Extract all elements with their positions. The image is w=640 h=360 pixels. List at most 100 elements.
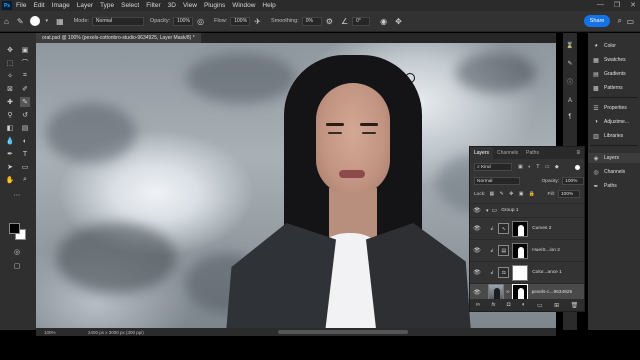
tab-paths[interactable]: Paths bbox=[522, 147, 543, 159]
panel-menu-icon[interactable]: ≡ bbox=[576, 150, 580, 156]
layer-mask-thumbnail[interactable] bbox=[511, 284, 528, 300]
history-brush-icon[interactable]: ↺ bbox=[20, 110, 30, 120]
workspace-icon[interactable]: ▭ bbox=[626, 17, 634, 26]
layer-fill-input[interactable]: 100% bbox=[558, 190, 580, 198]
panel-libraries[interactable]: ▥ Libraries bbox=[588, 131, 640, 141]
layer-group-1[interactable]: 👁 ▾ ▭ Group 1 bbox=[470, 203, 584, 217]
menu-window[interactable]: Window bbox=[232, 2, 255, 9]
menu-plugins[interactable]: Plugins bbox=[204, 2, 225, 9]
layer-mask-thumbnail[interactable] bbox=[512, 242, 529, 259]
zoom-level[interactable]: 100% bbox=[44, 330, 74, 335]
visibility-eye-icon[interactable]: 👁 bbox=[472, 225, 482, 232]
menu-type[interactable]: Type bbox=[100, 2, 114, 9]
filter-kind-select[interactable]: ⌕ Kind bbox=[474, 163, 512, 171]
tab-layers[interactable]: Layers bbox=[470, 147, 494, 159]
menu-select[interactable]: Select bbox=[121, 2, 139, 9]
menu-edit[interactable]: Edit bbox=[33, 2, 44, 9]
tab-channels[interactable]: Channels bbox=[493, 147, 522, 159]
trash-icon[interactable]: 🗑 bbox=[571, 302, 579, 309]
layer-opacity-input[interactable]: 100% bbox=[562, 177, 584, 185]
new-layer-icon[interactable]: ⊞ bbox=[554, 302, 559, 309]
visibility-eye-icon[interactable]: 👁 bbox=[472, 247, 482, 254]
flow-input[interactable]: 100% bbox=[230, 16, 251, 26]
panel-patterns[interactable]: ▩ Patterns bbox=[588, 83, 640, 93]
smoothing-input[interactable]: 0% bbox=[301, 16, 322, 26]
chevron-down-icon[interactable]: ▾ bbox=[46, 18, 49, 24]
quick-mask-icon[interactable]: ◎ bbox=[12, 247, 22, 257]
visibility-eye-icon[interactable]: 👁 bbox=[472, 289, 482, 296]
document-tab[interactable]: orat.psd @ 100% (pexels-cottonbro-studio… bbox=[36, 33, 201, 43]
pressure-opacity-icon[interactable]: ◎ bbox=[197, 17, 204, 26]
panel-swatches[interactable]: ▦ Swatches bbox=[588, 55, 640, 65]
link-layers-icon[interactable]: ∞ bbox=[476, 302, 480, 308]
lock-icons[interactable]: ▦ ✎ ✥ ▣ 🔒 bbox=[489, 191, 537, 197]
gradient-tool-icon[interactable]: ▤ bbox=[20, 123, 30, 133]
menu-help[interactable]: Help bbox=[262, 2, 275, 9]
lasso-tool-icon[interactable]: ⌒ bbox=[20, 58, 30, 68]
clone-stamp-icon[interactable]: ⚲ bbox=[5, 110, 15, 120]
brush-preset-picker[interactable] bbox=[29, 16, 40, 26]
info-icon[interactable]: ⓘ bbox=[566, 77, 574, 86]
panel-paths[interactable]: ✒ Paths bbox=[588, 181, 640, 191]
gear-icon[interactable]: ⚙ bbox=[326, 17, 333, 26]
layer-image-thumbnail[interactable] bbox=[488, 284, 504, 301]
panel-properties[interactable]: ☰ Properties bbox=[588, 103, 640, 113]
new-group-icon[interactable]: ▭ bbox=[537, 302, 543, 309]
pen-tool-icon[interactable]: ✒ bbox=[5, 149, 15, 159]
share-button[interactable]: Share bbox=[584, 15, 610, 27]
brush-tool-icon[interactable]: ✎ bbox=[17, 17, 24, 26]
adjustment-layer-icon[interactable]: ◐ bbox=[522, 302, 526, 308]
search-icon[interactable]: ⌕ bbox=[618, 16, 622, 26]
panel-color[interactable]: ◕ Color bbox=[588, 41, 640, 51]
healing-tool-icon[interactable]: ✚ bbox=[5, 97, 15, 107]
character-icon[interactable]: A bbox=[566, 97, 574, 105]
foreground-color-swatch[interactable] bbox=[9, 223, 20, 234]
menu-file[interactable]: File bbox=[16, 2, 26, 9]
panel-adjustments[interactable]: ◑ Adjustme... bbox=[588, 117, 640, 127]
artboard-tool-icon[interactable]: ▣ bbox=[20, 45, 30, 55]
fx-icon[interactable]: fx bbox=[491, 302, 495, 308]
visibility-eye-icon[interactable]: 👁 bbox=[472, 269, 482, 276]
airbrush-icon[interactable]: ✈ bbox=[254, 17, 261, 26]
menu-3d[interactable]: 3D bbox=[168, 2, 176, 9]
panel-channels[interactable]: ◎ Channels bbox=[588, 167, 640, 177]
pressure-size-icon[interactable]: ◉ bbox=[380, 17, 387, 26]
minimize-button[interactable]: — bbox=[597, 1, 604, 9]
visibility-eye-icon[interactable]: 👁 bbox=[472, 207, 482, 214]
close-button[interactable]: ✕ bbox=[630, 1, 636, 9]
home-icon[interactable]: ⌂ bbox=[4, 17, 9, 26]
move-tool-icon[interactable]: ✥ bbox=[5, 45, 15, 55]
hand-tool-icon[interactable]: ✋ bbox=[5, 175, 15, 185]
opacity-input[interactable]: 100% bbox=[173, 16, 194, 26]
symmetry-icon[interactable]: ✥ bbox=[395, 17, 402, 26]
eraser-tool-icon[interactable]: ◧ bbox=[5, 123, 15, 133]
path-select-icon[interactable]: ➤ bbox=[5, 162, 15, 172]
more-tools-icon[interactable]: ⋯ bbox=[12, 190, 22, 200]
type-tool-icon[interactable]: T bbox=[20, 149, 30, 159]
add-mask-icon[interactable]: ◘ bbox=[507, 302, 511, 308]
filter-toggle[interactable] bbox=[575, 164, 580, 170]
layer-color-balance-1[interactable]: 👁 ↲ ⚖ Color...ance 1 bbox=[470, 261, 584, 283]
panel-layers[interactable]: ◈ Layers bbox=[588, 153, 640, 163]
screen-mode-icon[interactable]: ▢ bbox=[12, 261, 22, 271]
filter-icons[interactable]: ▣ ◐ T ▭ ◆ bbox=[518, 164, 561, 170]
dodge-tool-icon[interactable]: ◐ bbox=[20, 136, 30, 146]
mode-select[interactable]: Normal bbox=[91, 16, 144, 26]
menu-image[interactable]: Image bbox=[52, 2, 70, 9]
blend-mode-select[interactable]: Normal bbox=[474, 177, 520, 185]
shape-tool-icon[interactable]: ▭ bbox=[20, 162, 30, 172]
layer-pexels-image[interactable]: 👁 ∞ pexels-c...9634925 bbox=[470, 283, 584, 301]
history-icon[interactable]: ⌛ bbox=[566, 41, 574, 49]
menu-view[interactable]: View bbox=[183, 2, 197, 9]
crop-tool-icon[interactable]: ⌗ bbox=[20, 71, 30, 81]
brush-tool-icon[interactable]: ✎ bbox=[20, 97, 30, 107]
layer-curves-2[interactable]: 👁 ↲ ∿ Curves 2 bbox=[470, 217, 584, 239]
panel-gradients[interactable]: ▤ Gradients bbox=[588, 69, 640, 79]
menu-filter[interactable]: Filter bbox=[146, 2, 160, 9]
angle-input[interactable]: 0° bbox=[352, 16, 371, 26]
marquee-tool-icon[interactable]: ⬚ bbox=[5, 58, 15, 68]
brush-settings-icon[interactable]: ▦ bbox=[56, 17, 64, 26]
maximize-button[interactable]: ❐ bbox=[614, 1, 620, 9]
layer-mask-thumbnail[interactable] bbox=[512, 264, 529, 281]
zoom-tool-icon[interactable]: ⌕ bbox=[20, 175, 30, 185]
